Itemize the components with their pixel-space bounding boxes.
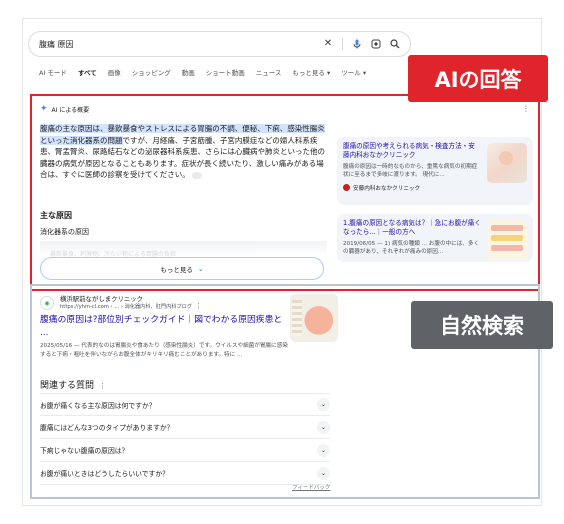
ai-overview-section: ✦ AI による概要 ⋮ 腹痛の主な原因は、暴飲暴食やストレスによる胃腸の不調、…	[30, 94, 540, 291]
chevron-down-icon: ⌄	[197, 264, 204, 273]
ai-overview-text: 腹痛の主な原因は、暴飲暴食やストレスによる胃腸の不調、便秘、下痢、感染性腸炎とい…	[40, 123, 327, 181]
chevron-down-icon[interactable]: ⌄	[317, 398, 330, 411]
tab-news[interactable]: ニュース	[256, 67, 282, 77]
source-card-thumbnail	[487, 220, 527, 260]
close-icon[interactable]: ✕	[323, 39, 333, 49]
tab-short-videos[interactable]: ショート動画	[206, 67, 245, 77]
site-favicon-icon: ◉	[40, 296, 54, 310]
tab-more[interactable]: もっと見る ▾	[292, 67, 330, 77]
tab-tools[interactable]: ツール ▾	[341, 67, 366, 77]
chevron-down-icon[interactable]: ⌄	[317, 420, 330, 434]
search-bar-icons: ✕	[323, 38, 400, 50]
source-card[interactable]: 1.腹痛の原因となる病気は？｜急にお腹が痛くなったら...｜一般の方へ 2019…	[337, 214, 533, 262]
sparkle-icon: ✦	[40, 104, 48, 114]
organic-search-badge: 自然検索	[411, 301, 553, 349]
question-text: お腹が痛いときはどうしたらいいですか？	[40, 470, 169, 478]
ai-faded-text: 暴飲暴食、刺激物、冷たい物による胃腸の負担	[40, 241, 327, 258]
tab-all[interactable]: すべて	[78, 67, 97, 77]
result-title[interactable]: 腹痛の原因は?部位別チェックガイド｜図でわかる原因疾患と ...	[40, 314, 288, 340]
search-input[interactable]: 腹痛 原因	[39, 39, 323, 50]
result-url-text: https://yhm-cl.com › ... › 消化器内科、肛門内科ブログ	[60, 304, 193, 310]
more-options-icon[interactable]: ⋮	[195, 302, 202, 310]
related-questions-heading: 関連する質問 ⋮	[40, 378, 106, 391]
list-item[interactable]: お腹が痛くなる主な原因は何ですか？ ⌄	[40, 393, 330, 416]
result-url: https://yhm-cl.com › ... › 消化器内科、肛門内科ブログ…	[60, 303, 202, 311]
tab-ai-mode[interactable]: AI モード	[39, 67, 67, 77]
related-questions-title: 関連する質問	[40, 381, 95, 391]
result-site-name: 横浜駅前ながしまクリニック	[60, 295, 144, 303]
list-item[interactable]: 下痢じゃない腹痛の原因は？ ⌄	[40, 439, 330, 462]
more-options-icon[interactable]: ⋮	[99, 382, 106, 390]
mic-icon[interactable]	[352, 39, 362, 49]
chevron-down-icon[interactable]: ⌄	[317, 443, 330, 457]
search-bar[interactable]: 腹痛 原因 ✕	[28, 31, 411, 57]
source-card-site-name: 安藤内科おなかクリニック	[353, 185, 421, 192]
list-item[interactable]: 腹痛にはどんな3つのタイプがありますか？ ⌄	[40, 416, 330, 439]
tab-images[interactable]: 画像	[108, 67, 121, 77]
result-thumbnail[interactable]	[290, 294, 338, 342]
show-more-label: もっと見る	[160, 265, 193, 274]
ai-source-cards: 腹痛の原因や考えられる病気・検査方法・安藤内科おなかクリニック 腹痛の原因は一時…	[337, 137, 533, 271]
source-card-title[interactable]: 腹痛の原因や考えられる病気・検査方法・安藤内科おなかクリニック	[343, 142, 481, 160]
feedback-link[interactable]: フィードバック	[292, 483, 330, 491]
related-questions-list: お腹が痛くなる主な原因は何ですか？ ⌄ 腹痛にはどんな3つのタイプがありますか？ ⌄…	[40, 393, 330, 485]
tab-videos[interactable]: 動画	[182, 67, 195, 77]
source-card-snippet: 2019/06/05 — 1) 病気の種類 ... お腹の中には、多くの臓器があ…	[343, 241, 480, 256]
source-card-title[interactable]: 1.腹痛の原因となる病気は？｜急にお腹が痛くなったら...｜一般の方へ	[343, 219, 481, 237]
list-item[interactable]: お腹が痛いときはどうしたらいいですか？ ⌄	[40, 462, 330, 485]
source-card[interactable]: 腹痛の原因や考えられる病気・検査方法・安藤内科おなかクリニック 腹痛の原因は一時…	[337, 137, 533, 205]
source-card-site: 安藤内科おなかクリニック	[343, 184, 527, 192]
result-snippet: 2025/05/16 — 代表的なのは胃腸炎や食あたり（感染性腸炎）です。ウイル…	[40, 343, 288, 358]
search-icon[interactable]	[390, 39, 400, 49]
show-more-button[interactable]: もっと見る ⌄	[40, 257, 324, 280]
more-options-icon[interactable]: ⋮	[522, 104, 530, 113]
ai-overview-header: ✦ AI による概要	[40, 104, 90, 115]
tab-shopping[interactable]: ショッピング	[132, 67, 171, 77]
source-card-snippet: 腹痛の原因は一時的なものから、重篤な病気の初期症状に至るまで多岐に渡ります。 現…	[343, 164, 478, 179]
search-bar-divider	[342, 38, 343, 50]
ai-subheading: 主な原因	[40, 211, 72, 220]
search-tabs: AI モード すべて 画像 ショッピング 動画 ショート動画 ニュース もっと見…	[39, 67, 366, 77]
ai-subitem: 消化器系の原因	[40, 228, 89, 236]
ai-overview-label: AI による概要	[51, 107, 90, 114]
result-site-text: 横浜駅前ながしまクリニック https://yhm-cl.com › ... ›…	[60, 295, 202, 311]
lens-icon[interactable]	[371, 39, 381, 49]
question-text: 腹痛にはどんな3つのタイプがありますか？	[40, 424, 174, 432]
chevron-down-icon[interactable]: ⌄	[317, 466, 330, 480]
question-text: お腹が痛くなる主な原因は何ですか？	[40, 401, 156, 410]
ai-answer-badge: AIの回答	[408, 55, 548, 102]
site-favicon-icon	[343, 184, 350, 192]
result-site-info[interactable]: ◉ 横浜駅前ながしまクリニック https://yhm-cl.com › ...…	[40, 295, 202, 311]
question-text: 下痢じゃない腹痛の原因は？	[40, 447, 129, 455]
link-icon[interactable]	[192, 171, 203, 179]
source-card-thumbnail	[487, 143, 527, 183]
